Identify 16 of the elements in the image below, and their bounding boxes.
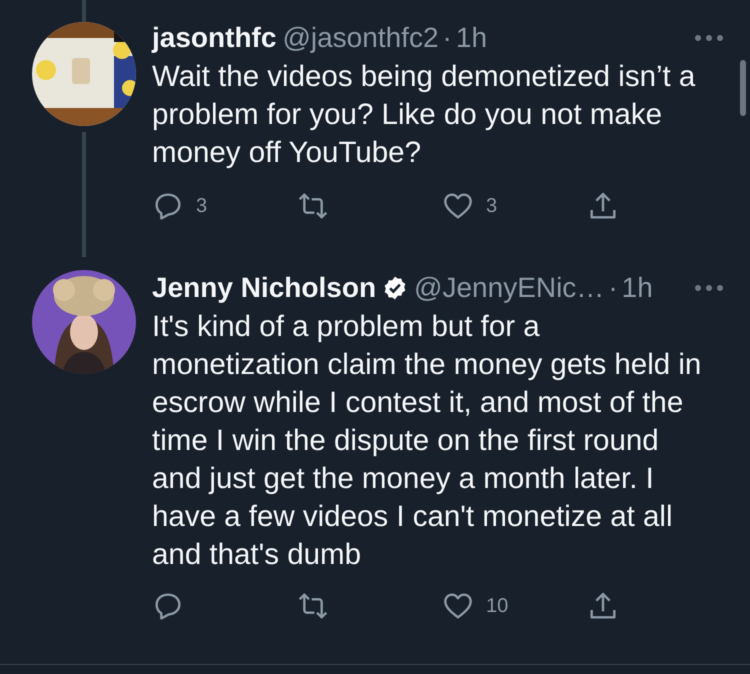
more-icon[interactable]: [694, 34, 724, 42]
tweet-text: It's kind of a problem but for a monetization claim the money gets held in escrow while I contest it, and most of the time I win the dispute on the first round and just get the money a month later. I have a few videos I can't monetize at all and that's dumb: [152, 309, 702, 573]
action-count: 3: [196, 194, 208, 218]
tweet-time[interactable]: 1h: [456, 22, 488, 54]
scrollbar[interactable]: [740, 60, 746, 116]
separator-dot: ·: [442, 22, 452, 54]
author-name[interactable]: jasonthfc: [152, 22, 276, 54]
author-handle[interactable]: @JennyENic…: [414, 272, 604, 304]
author-name[interactable]: Jenny Nicholson: [152, 272, 376, 304]
action-count: 3: [486, 194, 498, 218]
separator-dot: ·: [608, 272, 618, 304]
author-handle[interactable]: @jasonthfc2: [282, 22, 439, 54]
tweet-time[interactable]: 1h: [622, 272, 653, 304]
action-count: 10: [486, 594, 508, 618]
more-icon[interactable]: [694, 284, 724, 292]
tweet-text: Wait the videos being demonetized isn’t a problem for you? Like do you not make money off YouTube?: [152, 59, 696, 171]
